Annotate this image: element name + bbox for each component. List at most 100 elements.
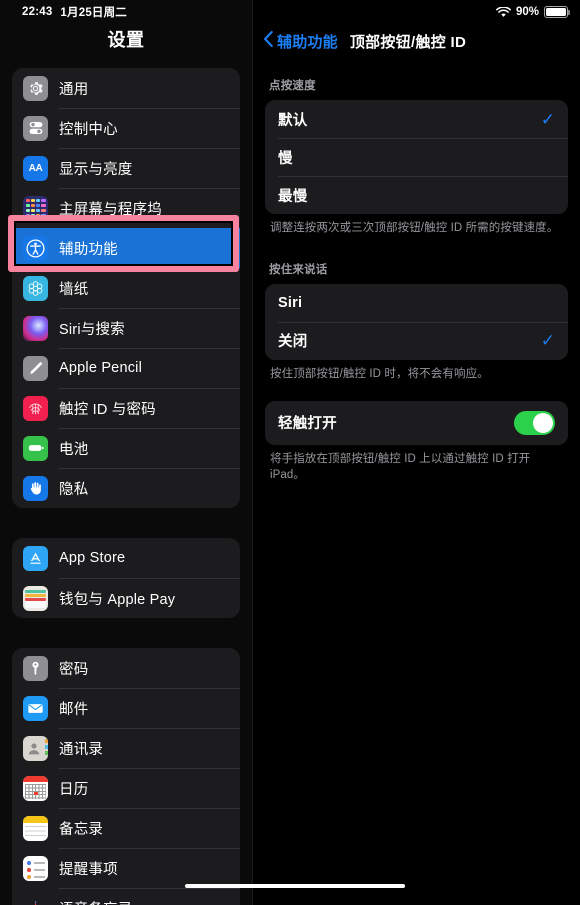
sidebar-item-contacts[interactable]: 通讯录: [12, 728, 240, 768]
battery-settings-icon: [23, 435, 48, 461]
section-header-click-speed: 点按速度: [269, 80, 316, 92]
sidebar-item-label: 通用: [59, 81, 89, 98]
option-label: 默认: [278, 112, 308, 129]
ipad-settings-screen: 22:43 1月25日周二 90% 设置 通用 控制中心 AA 显示与亮度 主屏…: [0, 0, 580, 905]
option-label: 关闭: [278, 334, 308, 351]
sidebar-item-display-brightness[interactable]: AA 显示与亮度: [12, 148, 240, 188]
rest-to-open-label: 轻触打开: [278, 416, 337, 433]
back-button-label: 辅助功能: [277, 33, 338, 51]
detail-body: 点按速度 默认 ✓ 慢 最慢 调整连按两次或三次顶部按钮/触控 ID 所需的按键…: [253, 77, 580, 483]
status-time: 22:43: [22, 6, 53, 18]
sidebar-item-mail[interactable]: 邮件: [12, 688, 240, 728]
status-bar: 22:43 1月25日周二 90%: [0, 0, 580, 24]
checkmark-icon: ✓: [540, 331, 555, 351]
wifi-icon: [496, 6, 511, 18]
settings-sidebar[interactable]: 设置 通用 控制中心 AA 显示与亮度 主屏幕与程序坞 辅助功能 墙纸 Siri…: [0, 0, 253, 905]
display-brightness-icon: AA: [23, 155, 48, 181]
sidebar-item-label: 钱包与 Apple Pay: [59, 591, 176, 608]
contacts-icon: [23, 735, 48, 761]
home-screen-dock-icon: [23, 195, 48, 221]
sidebar-item-privacy[interactable]: 隐私: [12, 468, 240, 508]
sidebar-item-wallpaper[interactable]: 墙纸: [12, 268, 240, 308]
accessibility-icon: [23, 235, 48, 261]
sidebar-item-label: 通讯录: [59, 741, 104, 758]
sidebar-item-label: App Store: [59, 550, 126, 566]
rest-to-open-row[interactable]: 轻触打开: [265, 401, 568, 445]
sidebar-item-label: Apple Pencil: [59, 360, 143, 376]
page-title: 顶部按钮/触控 ID: [349, 33, 467, 51]
option-label: Siri: [278, 294, 303, 311]
gear-icon: [23, 75, 48, 101]
chevron-left-icon: [263, 30, 274, 53]
sidebar-item-label: 墙纸: [59, 281, 89, 298]
option-row-default[interactable]: 默认 ✓: [265, 100, 568, 138]
sidebar-group-1: 通用 控制中心 AA 显示与亮度 主屏幕与程序坞 辅助功能 墙纸 Siri与搜索…: [12, 68, 240, 508]
app-store-icon: [23, 545, 48, 571]
sidebar-item-label: 显示与亮度: [59, 161, 133, 178]
click-speed-option-list: 默认 ✓ 慢 最慢: [265, 100, 568, 214]
sidebar-item-passwords[interactable]: 密码: [12, 648, 240, 688]
passwords-key-icon: [23, 655, 48, 681]
sidebar-item-accessibility[interactable]: 辅助功能: [12, 228, 240, 268]
sidebar-item-label: 辅助功能: [59, 241, 118, 258]
home-indicator[interactable]: [185, 883, 405, 888]
sidebar-item-control-center[interactable]: 控制中心: [12, 108, 240, 148]
sidebar-item-voice-memos[interactable]: 语音备忘录: [12, 888, 240, 905]
sidebar-item-wallet-apple-pay[interactable]: 钱包与 Apple Pay: [12, 578, 240, 618]
apple-pencil-icon: [23, 355, 48, 381]
sidebar-scroll-area[interactable]: 通用 控制中心 AA 显示与亮度 主屏幕与程序坞 辅助功能 墙纸 Siri与搜索…: [0, 68, 252, 905]
notes-icon: [23, 815, 48, 841]
sidebar-item-touch-id-passcode[interactable]: 触控 ID 与密码: [12, 388, 240, 428]
rest-to-open-card: 轻触打开: [265, 400, 568, 445]
calendar-icon: [23, 775, 48, 801]
sidebar-title: 设置: [107, 30, 145, 50]
sidebar-item-label: 提醒事项: [59, 861, 118, 878]
press-hold-option-list: Siri 关闭 ✓: [265, 283, 568, 360]
option-label: 慢: [278, 150, 293, 167]
detail-panel: 辅助功能 顶部按钮/触控 ID 点按速度 默认 ✓ 慢 最慢 调整连按两次或三次…: [253, 0, 580, 905]
sidebar-item-label: 语音备忘录: [59, 898, 133, 905]
sidebar-item-general[interactable]: 通用: [12, 68, 240, 108]
section-footer-press-and-hold: 按住顶部按钮/触控 ID 时，将不会有响应。: [270, 367, 489, 380]
sidebar-item-label: 备忘录: [59, 821, 104, 838]
option-row-slow[interactable]: 慢: [265, 138, 568, 176]
option-label: 最慢: [278, 188, 308, 205]
privacy-icon: [23, 475, 48, 501]
sidebar-item-label: 触控 ID 与密码: [59, 401, 156, 418]
rest-to-open-toggle[interactable]: [514, 410, 555, 435]
sidebar-item-home-screen-dock[interactable]: 主屏幕与程序坞: [12, 188, 240, 228]
sidebar-item-label: 电池: [59, 441, 89, 458]
wallpaper-icon: [23, 275, 48, 301]
sidebar-item-battery[interactable]: 电池: [12, 428, 240, 468]
reminders-icon: [23, 855, 48, 881]
option-row-siri[interactable]: Siri: [265, 284, 568, 322]
back-button[interactable]: 辅助功能: [263, 30, 338, 53]
sidebar-item-siri-search[interactable]: Siri与搜索: [12, 308, 240, 348]
sidebar-item-label: 隐私: [59, 481, 89, 498]
status-bar-right: 90%: [496, 0, 571, 24]
sidebar-item-label: 主屏幕与程序坞: [59, 201, 162, 218]
touch-id-icon: [23, 395, 48, 421]
sidebar-item-app-store[interactable]: App Store: [12, 538, 240, 578]
section-footer-click-speed: 调整连按两次或三次顶部按钮/触控 ID 所需的按键速度。: [270, 222, 559, 234]
sidebar-item-notes[interactable]: 备忘录: [12, 808, 240, 848]
status-date: 1月25日周二: [60, 7, 128, 19]
checkmark-icon: ✓: [540, 109, 555, 129]
sidebar-item-calendar[interactable]: 日历: [12, 768, 240, 808]
control-center-icon: [23, 115, 48, 141]
detail-nav-bar: 辅助功能 顶部按钮/触控 ID: [253, 26, 580, 56]
sidebar-item-label: Siri与搜索: [59, 321, 125, 338]
option-row-off[interactable]: 关闭 ✓: [265, 321, 568, 360]
sidebar-item-label: 邮件: [59, 701, 89, 718]
section-header-press-and-hold-to-speak: 按住来说话: [269, 263, 328, 276]
sidebar-item-label: 日历: [59, 781, 89, 798]
sidebar-item-label: 控制中心: [59, 121, 118, 138]
voice-memos-icon: [23, 895, 48, 905]
sidebar-item-label: 密码: [59, 661, 89, 678]
sidebar-item-reminders[interactable]: 提醒事项: [12, 848, 240, 888]
rest-to-open-footer: 将手指放在顶部按钮/触控 ID 上以通过触控 ID 打开 iPad。: [270, 452, 531, 481]
battery-percent: 90%: [515, 6, 539, 18]
option-row-slowest[interactable]: 最慢: [265, 176, 568, 214]
sidebar-item-apple-pencil[interactable]: Apple Pencil: [12, 348, 240, 388]
mail-icon: [23, 695, 48, 721]
